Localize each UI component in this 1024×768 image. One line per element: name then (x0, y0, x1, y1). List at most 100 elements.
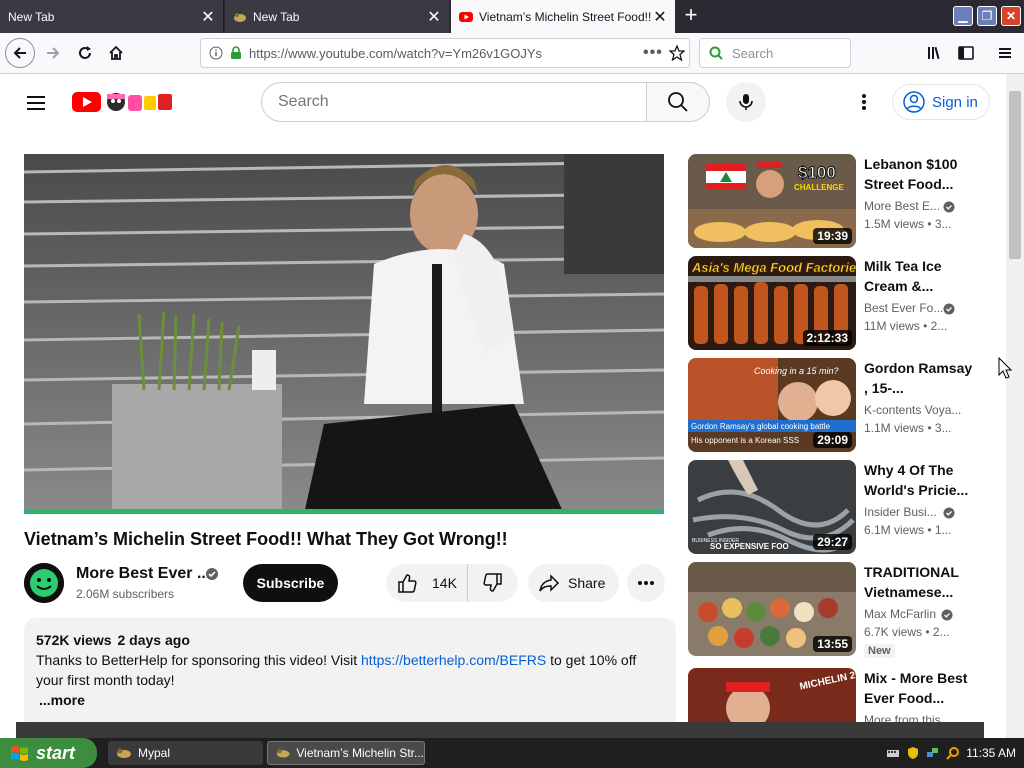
description-text-before: Thanks to BetterHelp for sponsoring this… (36, 652, 362, 668)
sidebar-icon[interactable] (951, 38, 981, 68)
related-video-title[interactable]: Lebanon $100 Street Food... (864, 154, 974, 194)
subscribe-button[interactable]: Subscribe (243, 564, 338, 602)
related-video-channel[interactable]: K-contents Voya... (864, 403, 962, 417)
system-tray: 11:35 AM (868, 738, 1024, 768)
taskbar-item-mypal[interactable]: Mypal (108, 741, 263, 765)
related-video-age: • 1... (927, 523, 952, 537)
browser-toolbar: https://www.youtube.com/watch?v=Ym26v1GO… (0, 33, 1024, 74)
channel-avatar[interactable] (24, 563, 64, 603)
related-video-item[interactable]: 13:55 TRADITIONAL Vietnamese... Max McFa… (688, 562, 978, 658)
tab-new-tab-2[interactable]: New Tab ✕ (225, 0, 449, 33)
horizontal-scrollbar[interactable] (16, 722, 984, 738)
progress-bar[interactable] (24, 509, 664, 514)
mypal-icon (117, 748, 131, 758)
windows-flag-icon (11, 746, 28, 761)
taskbar-item-browser-window[interactable]: Vietnam’s Michelin Str... (267, 741, 425, 765)
network-icon[interactable] (926, 746, 940, 760)
related-video-item[interactable]: Cooking in a 15 min? Gordon Ramsay's glo… (688, 358, 978, 452)
verified-check-icon (943, 507, 955, 519)
more-vertical-icon[interactable] (852, 90, 876, 114)
show-more-link[interactable]: ...more (39, 690, 85, 710)
page-scrollbar[interactable] (1006, 74, 1024, 738)
video-thumbnail[interactable]: Asia's Mega Food Factories 2:12:33 (688, 256, 856, 350)
info-icon[interactable] (209, 46, 223, 60)
search-engine-icon (709, 46, 723, 60)
home-icon[interactable] (101, 38, 131, 68)
microphone-icon[interactable] (726, 82, 766, 122)
youtube-logo[interactable] (72, 90, 174, 114)
like-dislike-group: 14K (386, 564, 518, 602)
browser-search-bar[interactable]: Search (699, 38, 851, 68)
video-duration: 29:27 (813, 534, 852, 550)
related-video-views: 1.5M views (864, 217, 925, 231)
like-button[interactable]: 14K (386, 564, 468, 602)
like-count: 14K (432, 575, 457, 591)
scrollbar-thumb[interactable] (1009, 91, 1021, 259)
dislike-button[interactable] (468, 564, 518, 602)
video-thumbnail[interactable]: $100 CHALLENGE 19:39 (688, 154, 856, 248)
restore-icon[interactable]: ❐ (977, 6, 997, 26)
related-video-item[interactable]: $100 CHALLENGE 19:39 Lebanon $100 Street… (688, 154, 978, 248)
shield-icon[interactable] (906, 746, 920, 760)
new-tab-plus-icon[interactable]: + (679, 4, 703, 28)
search-input[interactable] (261, 82, 646, 122)
related-video-age: • 3... (927, 421, 952, 435)
reload-icon[interactable] (70, 38, 100, 68)
minimize-icon[interactable]: ▁ (953, 6, 973, 26)
tab-label: New Tab (8, 9, 55, 24)
sponsor-link[interactable]: https://betterhelp.com/BEFRS (361, 652, 546, 668)
url-text[interactable]: https://www.youtube.com/watch?v=Ym26v1GO… (249, 46, 643, 61)
verified-check-icon (205, 567, 219, 586)
url-bar[interactable]: https://www.youtube.com/watch?v=Ym26v1GO… (200, 38, 690, 68)
close-icon[interactable]: ✕ (201, 7, 215, 27)
hamburger-menu-icon[interactable] (990, 38, 1020, 68)
taskbar-item-label: Vietnam’s Michelin Str... (296, 746, 424, 760)
video-thumbnail[interactable]: BUSINESS INSIDER SO EXPENSIVE FOO 29:27 (688, 460, 856, 554)
library-icon[interactable] (920, 38, 950, 68)
video-description[interactable]: 572K views 2 days ago Thanks to BetterHel… (24, 618, 676, 728)
back-arrow-icon[interactable] (5, 38, 35, 68)
related-video-stats: 1.5M views • 3... (864, 217, 978, 231)
video-player[interactable] (24, 154, 664, 514)
start-button[interactable]: start (0, 738, 97, 768)
close-icon[interactable]: ✕ (653, 7, 667, 27)
related-video-item[interactable]: Asia's Mega Food Factories 2:12:33 Milk … (688, 256, 978, 350)
related-video-title[interactable]: Why 4 Of The World's Pricie... (864, 460, 974, 500)
more-horizontal-icon[interactable] (627, 564, 665, 602)
bookmark-star-icon[interactable] (665, 45, 689, 61)
close-icon[interactable]: ✕ (427, 7, 441, 27)
video-duration: 19:39 (813, 228, 852, 244)
window-close-icon[interactable]: ✕ (1001, 6, 1021, 26)
guide-menu-icon[interactable] (24, 91, 48, 115)
search-icon[interactable] (946, 746, 960, 760)
description-text: Thanks to BetterHelp for sponsoring this… (36, 650, 664, 690)
clock: 11:35 AM (966, 746, 1016, 760)
thumb-text: His opponent is a Korean SSS (691, 436, 799, 445)
video-title: Vietnam’s Michelin Street Food!! What Th… (24, 529, 508, 549)
thumb-text: Gordon Ramsay's global cooking battle (691, 422, 830, 431)
keyboard-icon[interactable] (886, 746, 900, 760)
related-video-title[interactable]: Milk Tea Ice Cream &... (864, 256, 974, 296)
sign-in-button[interactable]: Sign in (892, 84, 990, 120)
forward-arrow-icon[interactable] (38, 38, 68, 68)
related-video-item[interactable]: BUSINESS INSIDER SO EXPENSIVE FOO 29:27 … (688, 460, 978, 554)
channel-name[interactable]: More Best Ever ... (76, 565, 210, 583)
description-meta: 572K views 2 days ago (36, 630, 664, 650)
related-video-views: 1.1M views (864, 421, 925, 435)
tab-youtube-video[interactable]: Vietnam’s Michelin Street Food!! W ✕ (451, 0, 675, 33)
related-video-title[interactable]: Gordon Ramsay , 15-... (864, 358, 974, 398)
video-duration: 2:12:33 (802, 330, 852, 346)
lock-icon[interactable] (229, 46, 243, 60)
tab-new-tab-1[interactable]: New Tab ✕ (0, 0, 224, 33)
page-actions-icon[interactable]: ••• (643, 44, 665, 62)
related-video-stats: 6.1M views • 1... (864, 523, 978, 537)
search-icon[interactable] (646, 82, 710, 122)
related-video-title[interactable]: TRADITIONAL Vietnamese... (864, 562, 974, 602)
thumb-text: Asia's Mega Food Factories (691, 260, 856, 275)
related-video-title[interactable]: Mix - More Best Ever Food... (864, 668, 974, 708)
share-button[interactable]: Share (528, 564, 619, 602)
related-video-views: 6.1M views (864, 523, 925, 537)
video-thumbnail[interactable]: Cooking in a 15 min? Gordon Ramsay's glo… (688, 358, 856, 452)
video-thumbnail[interactable]: 13:55 (688, 562, 856, 656)
os-taskbar: start Mypal Vietnam’s Michelin Str... 11… (0, 738, 1024, 768)
